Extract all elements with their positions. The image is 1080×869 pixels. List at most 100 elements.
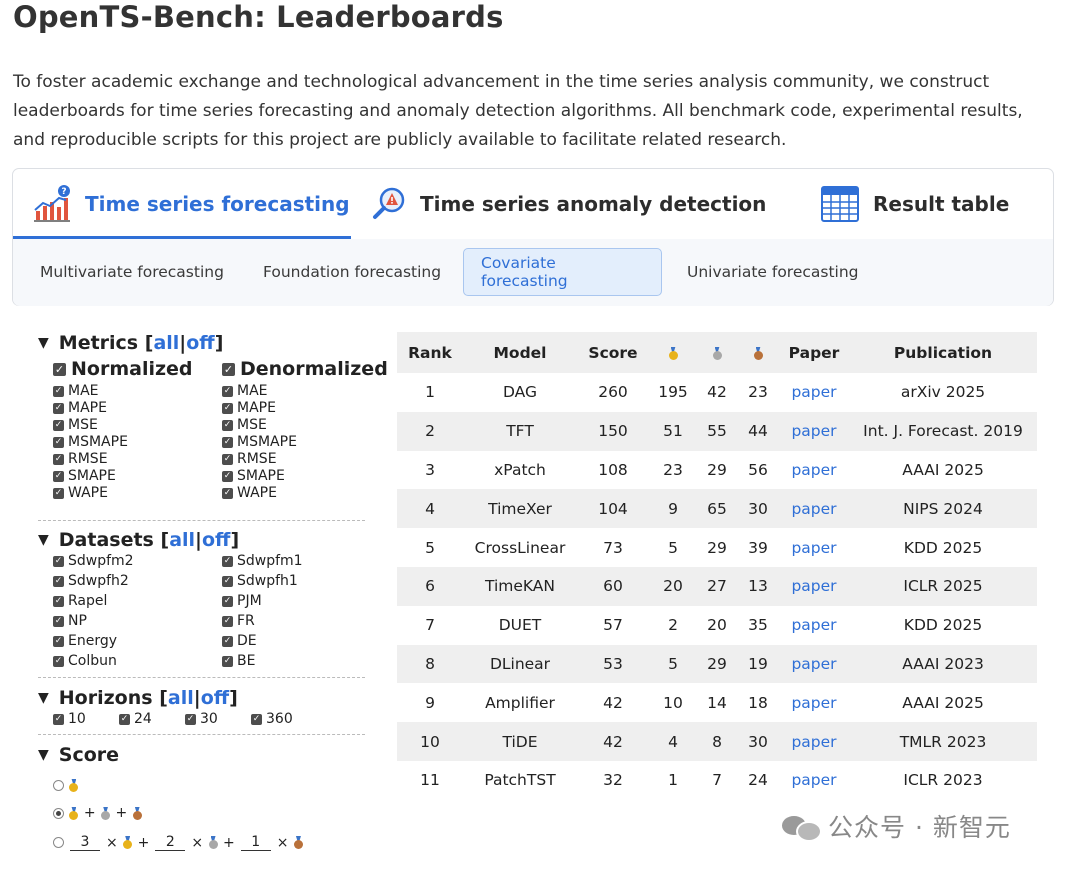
- bronze-medal-icon: [132, 807, 142, 820]
- dataset-checkbox[interactable]: ✓ Energy: [53, 633, 117, 649]
- collapse-triangle-icon[interactable]: ▼: [38, 747, 49, 763]
- dataset-checkbox[interactable]: ✓ Rapel: [53, 593, 107, 609]
- horizons-all-link[interactable]: all: [168, 687, 194, 709]
- tab-time-series-anomaly-detection[interactable]: Time series anomaly detection: [372, 169, 766, 239]
- gold-medal-icon: [69, 807, 79, 820]
- dataset-checkbox[interactable]: ✓ DE: [222, 633, 257, 649]
- paper-link[interactable]: paper: [779, 528, 849, 567]
- horizon-checkbox[interactable]: ✓ 30: [185, 711, 218, 727]
- score-option-weighted[interactable]: 3 × + 2 × + 1 ×: [53, 834, 304, 851]
- paper-link[interactable]: paper: [779, 373, 849, 412]
- metric-denormalized-checkbox[interactable]: ✓ MAPE: [222, 400, 276, 416]
- gold-cell: 5: [668, 538, 678, 557]
- datasets-all-link[interactable]: all: [169, 529, 195, 551]
- silver-header[interactable]: [697, 332, 737, 373]
- checkbox-icon: ✓: [222, 575, 233, 587]
- subtab-multivariate-forecasting[interactable]: Multivariate forecasting: [23, 248, 241, 296]
- gold-weight-input[interactable]: 3: [70, 834, 100, 851]
- datasets-header: ▼ Datasets [all | off]: [38, 529, 240, 551]
- paper-link[interactable]: paper: [779, 411, 849, 451]
- table-icon: [821, 186, 859, 222]
- paper-link[interactable]: paper: [779, 451, 849, 490]
- paper-link[interactable]: paper: [779, 489, 849, 529]
- tab-time-series-forecasting[interactable]: ? Time series forecasting: [33, 169, 350, 239]
- score-option-gold-only[interactable]: [53, 777, 79, 793]
- bronze-weight-input[interactable]: 1: [240, 834, 271, 851]
- collapse-triangle-icon[interactable]: ▼: [38, 335, 49, 351]
- horizon-checkbox[interactable]: ✓ 360: [251, 711, 293, 727]
- checkbox-icon: ✓: [251, 713, 262, 725]
- radio-button[interactable]: [53, 837, 64, 848]
- metric-label: MSMAPE: [68, 434, 128, 450]
- normalized-group[interactable]: ✓ Normalized: [53, 358, 193, 380]
- gold-header[interactable]: [649, 332, 697, 373]
- dataset-checkbox[interactable]: ✓ BE: [222, 653, 255, 669]
- dataset-checkbox[interactable]: ✓ PJM: [222, 593, 262, 609]
- bronze-cell: 39: [748, 538, 768, 557]
- metric-denormalized-checkbox[interactable]: ✓ SMAPE: [222, 468, 285, 484]
- silver-weight-input[interactable]: 2: [155, 834, 186, 851]
- paper-link[interactable]: paper: [779, 683, 849, 722]
- times-sign: ×: [106, 834, 118, 851]
- metric-denormalized-checkbox[interactable]: ✓ MSE: [222, 417, 267, 433]
- paper-link[interactable]: paper: [779, 606, 849, 645]
- score-header[interactable]: Score: [577, 332, 649, 373]
- metrics-off-link[interactable]: off: [186, 332, 214, 354]
- radio-button-selected[interactable]: [53, 807, 64, 819]
- metrics-all-link[interactable]: all: [153, 332, 179, 354]
- gold-cell: 5: [649, 644, 697, 684]
- metric-normalized-checkbox[interactable]: ✓ RMSE: [53, 451, 108, 467]
- metric-normalized-checkbox[interactable]: ✓ WAPE: [53, 485, 108, 501]
- divider: [38, 520, 365, 521]
- table-row: 3 xPatch 108 23 29 56 paper AAAI 2025: [397, 451, 1037, 490]
- metric-denormalized-checkbox[interactable]: ✓ MSMAPE: [222, 434, 297, 450]
- gold-medal-icon: [123, 836, 133, 849]
- subtab-covariate-forecasting[interactable]: Covariate forecasting: [463, 248, 662, 296]
- bronze-header[interactable]: [737, 332, 779, 373]
- magnifier-alert-icon: [373, 187, 405, 219]
- paper-link[interactable]: paper: [779, 644, 849, 684]
- dataset-checkbox[interactable]: ✓ Sdwpfm2: [53, 553, 134, 569]
- dataset-label: FR: [237, 613, 255, 629]
- metric-normalized-checkbox[interactable]: ✓ MAPE: [53, 400, 107, 416]
- model-header[interactable]: Model: [463, 332, 577, 373]
- checkbox-icon: ✓: [222, 402, 233, 414]
- metric-denormalized-checkbox[interactable]: ✓ MAE: [222, 383, 268, 399]
- metric-denormalized-checkbox[interactable]: ✓ WAPE: [222, 485, 277, 501]
- metric-normalized-checkbox[interactable]: ✓ MSMAPE: [53, 434, 128, 450]
- rank-cell: 11: [420, 771, 440, 790]
- rank-header[interactable]: Rank: [397, 332, 463, 373]
- separator: |: [179, 332, 187, 354]
- metric-normalized-checkbox[interactable]: ✓ MSE: [53, 417, 98, 433]
- dataset-checkbox[interactable]: ✓ Sdwpfh1: [222, 573, 298, 589]
- paper-link[interactable]: paper: [779, 722, 849, 761]
- horizon-checkbox[interactable]: ✓ 24: [119, 711, 152, 727]
- tab-result-table[interactable]: Result table: [821, 169, 1009, 239]
- datasets-off-link[interactable]: off: [202, 529, 230, 551]
- denormalized-group[interactable]: ✓ Denormalized: [222, 358, 388, 380]
- collapse-triangle-icon[interactable]: ▼: [38, 532, 49, 548]
- model-cell: Amplifier: [485, 693, 555, 712]
- dataset-checkbox[interactable]: ✓ Sdwpfm1: [222, 553, 303, 569]
- collapse-triangle-icon[interactable]: ▼: [38, 690, 49, 706]
- dataset-checkbox[interactable]: ✓ Sdwpfh2: [53, 573, 129, 589]
- subtab-univariate-forecasting[interactable]: Univariate forecasting: [670, 248, 876, 296]
- radio-button[interactable]: [53, 779, 64, 791]
- model-cell: TimeKAN: [463, 566, 577, 606]
- gold-medal-icon: [668, 347, 678, 360]
- metric-normalized-checkbox[interactable]: ✓ SMAPE: [53, 468, 116, 484]
- horizons-off-link[interactable]: off: [201, 687, 229, 709]
- checkbox-icon: ✓: [222, 436, 233, 448]
- metric-normalized-checkbox[interactable]: ✓ MAE: [53, 383, 99, 399]
- subtab-foundation-forecasting[interactable]: Foundation forecasting: [246, 248, 458, 296]
- model-cell: TiDE: [463, 722, 577, 761]
- table-row: 6 TimeKAN 60 20 27 13 paper ICLR 2025: [397, 566, 1037, 606]
- dataset-checkbox[interactable]: ✓ NP: [53, 613, 87, 629]
- score-option-medal-sum[interactable]: + +: [53, 805, 143, 821]
- paper-link[interactable]: paper: [779, 566, 849, 606]
- dataset-checkbox[interactable]: ✓ FR: [222, 613, 255, 629]
- metric-denormalized-checkbox[interactable]: ✓ RMSE: [222, 451, 277, 467]
- paper-link[interactable]: paper: [779, 761, 849, 800]
- horizon-checkbox[interactable]: ✓ 10: [53, 711, 86, 727]
- dataset-checkbox[interactable]: ✓ Colbun: [53, 653, 117, 669]
